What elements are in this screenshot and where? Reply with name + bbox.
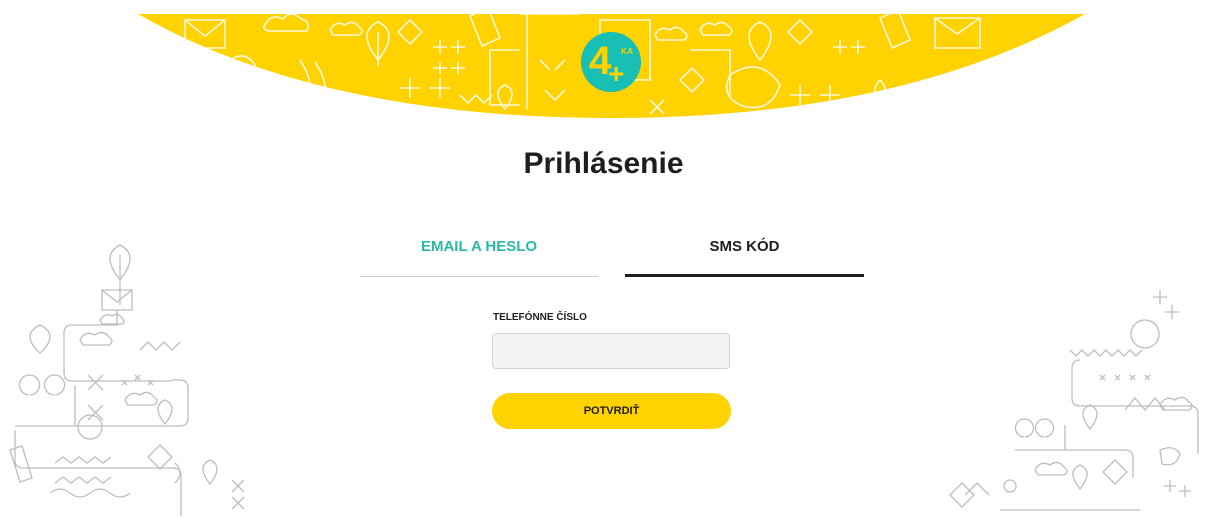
decorative-illustration-right	[949, 290, 1199, 511]
confirm-button[interactable]: POTVRDIŤ	[492, 393, 731, 429]
decorative-illustration-left	[9, 244, 245, 516]
tab-email-label: EMAIL A HESLO	[420, 238, 538, 255]
brand-logo[interactable]: 4 + KA	[581, 32, 641, 92]
logo-sup-text: KA	[621, 47, 634, 56]
logo-plus-icon: +	[608, 58, 625, 89]
phone-input[interactable]	[492, 333, 730, 369]
tab-sms-code[interactable]: SMS KÓD	[625, 235, 864, 277]
page-title: Prihlásenie	[523, 147, 684, 180]
tab-email-password[interactable]: EMAIL A HESLO	[360, 235, 598, 277]
tab-sms-label: SMS KÓD	[709, 238, 780, 255]
phone-label: TELEFÓNNE ČÍSLO	[493, 312, 587, 323]
